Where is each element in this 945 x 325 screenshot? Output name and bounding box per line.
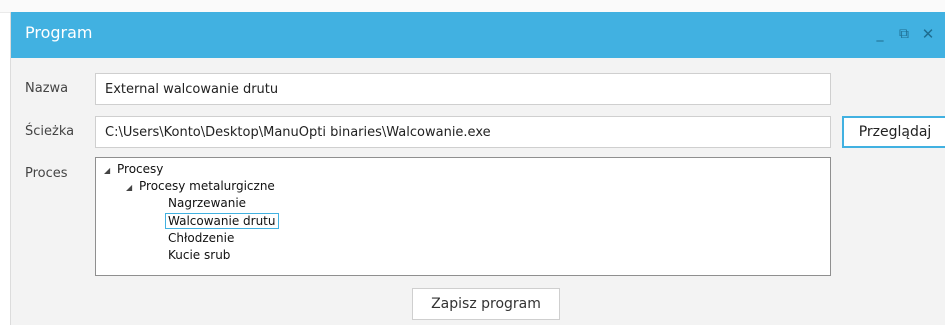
program-dialog: Program _ ⧉ ✕ Nazwa Ścieżka Przeglądaj P… [10, 12, 945, 325]
process-label: Proces [25, 166, 68, 181]
title-bar[interactable]: Program _ ⧉ ✕ [11, 12, 945, 58]
selected-item-label: Walcowanie drutu [165, 213, 279, 229]
tree-node-group[interactable]: ◢ Procesy metalurgiczne [126, 178, 275, 195]
maximize-icon[interactable]: ⧉ [896, 26, 912, 42]
tree-node-label: Procesy [117, 162, 164, 176]
expand-arrow-icon[interactable]: ◢ [104, 162, 117, 179]
path-input[interactable] [95, 116, 831, 148]
tree-item-kucie-srub[interactable]: Kucie srub [168, 247, 230, 264]
browse-button[interactable]: Przeglądaj [842, 116, 945, 148]
expand-arrow-icon[interactable]: ◢ [126, 179, 139, 196]
tree-item-chlodzenie[interactable]: Chłodzenie [168, 230, 234, 247]
minimize-icon[interactable]: _ [872, 26, 888, 42]
tree-node-root[interactable]: ◢ Procesy [104, 161, 163, 178]
process-tree[interactable]: ◢ Procesy ◢ Procesy metalurgiczne Nagrzewa… [95, 157, 831, 276]
tree-node-label: Procesy metalurgiczne [139, 179, 275, 193]
save-program-button[interactable]: Zapisz program [412, 288, 560, 320]
name-label: Nazwa [25, 81, 69, 96]
window-title: Program [25, 23, 93, 42]
name-input[interactable] [95, 73, 831, 105]
close-icon[interactable]: ✕ [920, 25, 936, 43]
tree-item-walcowanie-drutu[interactable]: Walcowanie drutu [165, 213, 279, 230]
path-label: Ścieżka [25, 124, 75, 139]
tree-item-nagrzewanie[interactable]: Nagrzewanie [168, 195, 246, 212]
